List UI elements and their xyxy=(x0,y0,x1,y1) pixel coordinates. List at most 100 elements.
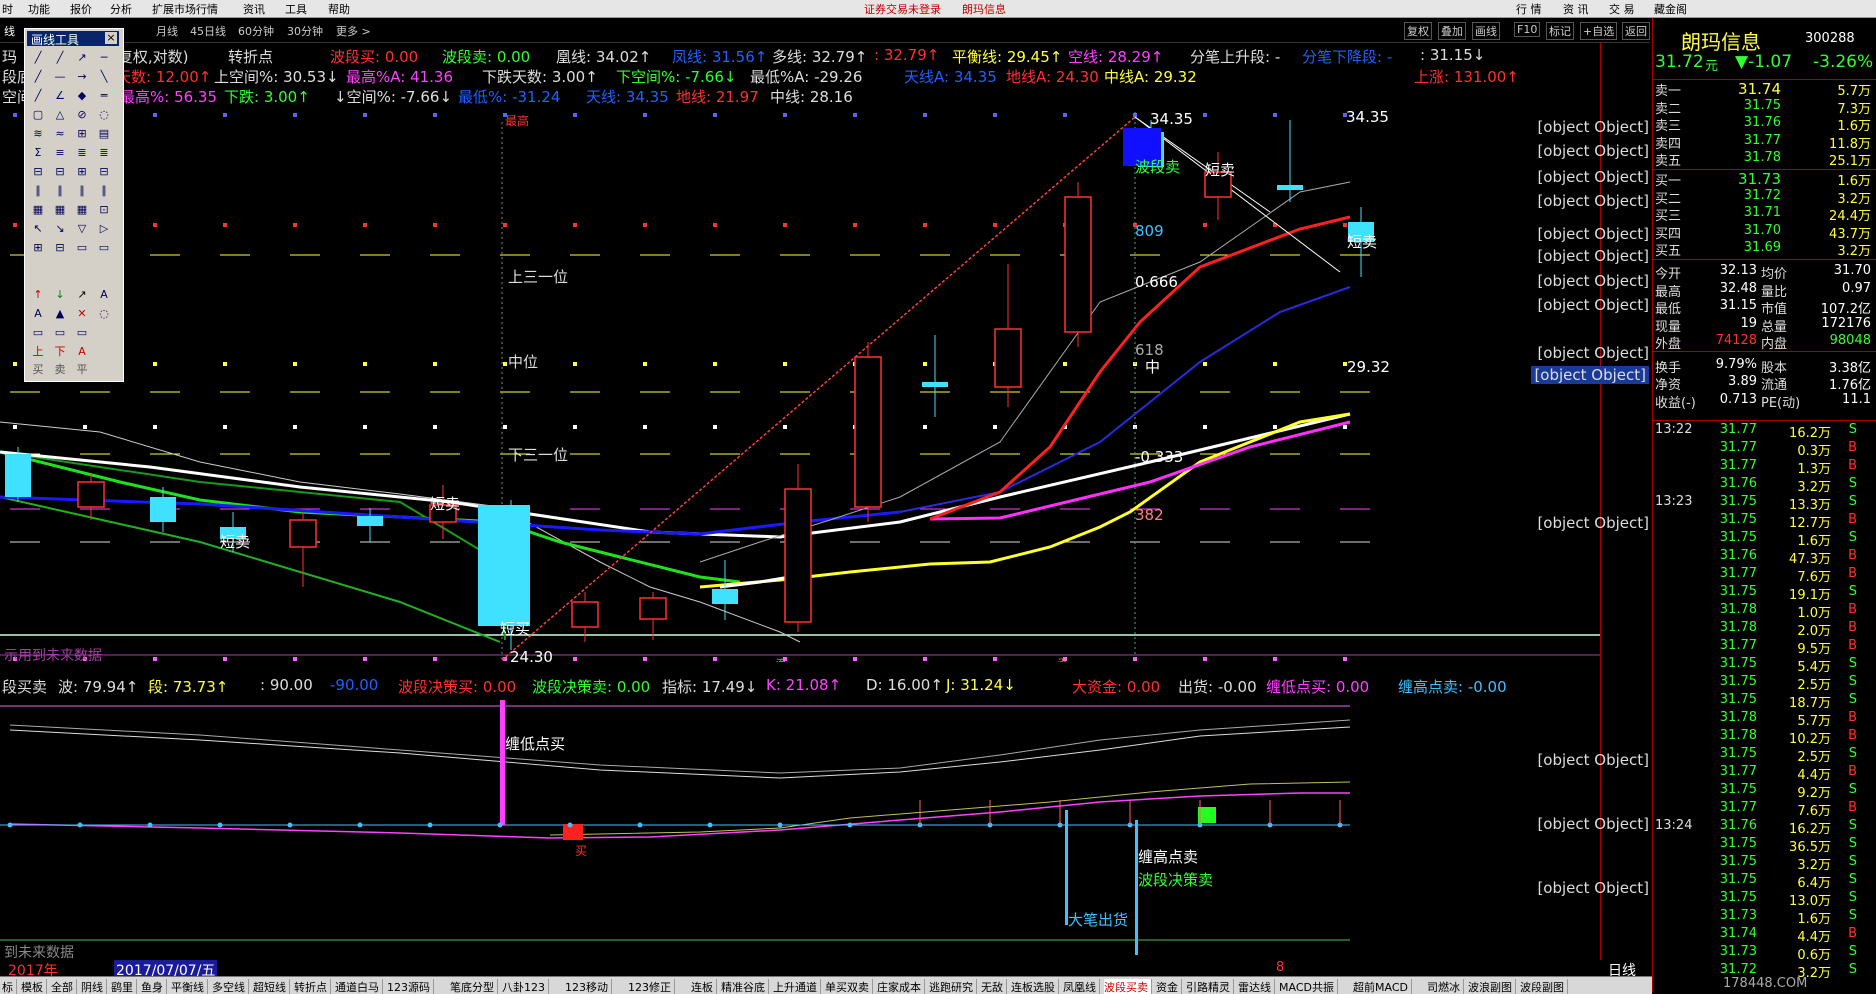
draw-tool-icon[interactable]: ╱ xyxy=(31,51,45,65)
toolbar-button[interactable]: +自选 xyxy=(1580,22,1618,40)
indicator-tab[interactable]: 精准谷底 xyxy=(721,979,769,994)
toolbar-button[interactable]: 复权 xyxy=(1404,22,1432,40)
draw-tool-icon[interactable]: ↖ xyxy=(31,222,45,236)
indicator-tab[interactable]: 模板 xyxy=(21,979,47,994)
indicator-tab[interactable]: MACD共振 xyxy=(1279,979,1338,994)
period-tab[interactable]: 线 xyxy=(4,23,15,39)
draw-tool-label[interactable]: 平 xyxy=(75,363,89,377)
indicator-tab[interactable]: 司燃冰 xyxy=(1427,979,1464,994)
draw-tool-icon[interactable]: ▦ xyxy=(31,203,45,217)
menu-item[interactable]: 时 xyxy=(2,1,13,17)
candle-body[interactable] xyxy=(1064,196,1092,333)
menu-right-item[interactable]: 资 讯 xyxy=(1563,1,1589,17)
draw-tool-label[interactable]: 卖 xyxy=(53,363,67,377)
indicator-tab[interactable]: 超前MACD xyxy=(1353,979,1412,994)
toolbar-button[interactable]: 返回 xyxy=(1622,22,1650,40)
draw-tool-icon[interactable]: ≡ xyxy=(53,146,67,160)
draw-tool-icon[interactable]: ▭ xyxy=(97,241,111,255)
draw-tool-icon[interactable]: ⊟ xyxy=(53,165,67,179)
menu-item[interactable]: 分析 xyxy=(110,1,132,17)
indicator-tab[interactable]: 波浪副图 xyxy=(1468,979,1516,994)
draw-tool-icon[interactable]: ╲ xyxy=(97,70,111,84)
draw-tool-icon[interactable]: ▭ xyxy=(31,326,45,340)
indicator-tab[interactable]: 转折点 xyxy=(294,979,331,994)
draw-tool-icon[interactable]: ⊞ xyxy=(75,165,89,179)
candle-body[interactable] xyxy=(639,597,667,620)
indicator-tab[interactable]: 庄家成本 xyxy=(877,979,925,994)
draw-tool-icon[interactable]: ▤ xyxy=(97,127,111,141)
indicator-tab[interactable]: 无敌 xyxy=(981,979,1007,994)
candle-body[interactable] xyxy=(784,488,812,623)
indicator-tab[interactable]: 资金 xyxy=(1156,979,1182,994)
menu-item[interactable]: 功能 xyxy=(28,1,50,17)
draw-tool-icon[interactable]: Σ xyxy=(31,146,45,160)
draw-tool-label[interactable]: 买 xyxy=(31,363,45,377)
candle-body[interactable] xyxy=(77,481,105,508)
toolbar-button[interactable]: F10 xyxy=(1514,22,1541,37)
draw-tool-label[interactable]: 上 xyxy=(31,345,45,359)
draw-tool-icon[interactable]: ∥ xyxy=(53,184,67,198)
draw-tool-icon[interactable]: ▷ xyxy=(97,222,111,236)
draw-tool-icon[interactable]: ≋ xyxy=(31,127,45,141)
candle-body[interactable] xyxy=(1277,185,1303,190)
draw-tool-icon[interactable]: ▦ xyxy=(75,203,89,217)
period-tab[interactable]: 月线 xyxy=(156,23,178,39)
draw-tool-label[interactable]: 下 xyxy=(53,345,67,359)
indicator-tab[interactable]: 阴线 xyxy=(81,979,107,994)
candlestick-chart[interactable]: 最高 上三一位 中位 下三一位 短卖 短卖 短买 短卖 短卖 波段卖 34.35… xyxy=(0,42,1600,662)
indicator-tab[interactable]: 八卦123 xyxy=(502,979,549,994)
candle-body[interactable] xyxy=(994,328,1022,388)
close-icon[interactable]: × xyxy=(105,32,117,44)
draw-tool-icon[interactable]: ▲ xyxy=(53,307,67,321)
draw-tool-icon[interactable]: ▭ xyxy=(53,326,67,340)
draw-tool-icon[interactable]: ↘ xyxy=(53,222,67,236)
menu-item[interactable]: 工具 xyxy=(285,1,307,17)
indicator-tab[interactable]: 123源码 xyxy=(387,979,434,994)
draw-tool-icon[interactable]: ═ xyxy=(97,89,111,103)
draw-tool-icon[interactable]: ╱ xyxy=(53,51,67,65)
menu-right-item[interactable]: 交 易 xyxy=(1609,1,1635,17)
draw-tool-icon[interactable]: ⊟ xyxy=(97,165,111,179)
candle-body-large[interactable] xyxy=(478,505,530,626)
period-tab[interactable]: 30分钟 xyxy=(287,23,323,39)
candle-body[interactable] xyxy=(712,589,738,604)
toolbox-titlebar[interactable]: 画线工具 × xyxy=(27,31,119,47)
candle-body[interactable] xyxy=(150,497,176,522)
draw-tool-icon[interactable]: ↑ xyxy=(31,288,45,302)
period-tab[interactable]: 60分钟 xyxy=(238,23,274,39)
period-more[interactable]: 更多 > xyxy=(336,23,371,39)
candle-body[interactable] xyxy=(289,519,317,548)
draw-tool-icon[interactable]: ╱ xyxy=(31,89,45,103)
menu-right-item[interactable]: 行 情 xyxy=(1516,1,1542,17)
indicator-tab[interactable]: 平衡线 xyxy=(171,979,208,994)
indicator-tab[interactable]: 鹞里 xyxy=(111,979,137,994)
draw-tool-icon[interactable]: ⊡ xyxy=(97,203,111,217)
draw-tool-icon[interactable]: ▽ xyxy=(75,222,89,236)
menu-item[interactable]: 扩展市场行情 xyxy=(152,1,218,17)
draw-tool-icon[interactable]: ⊞ xyxy=(75,127,89,141)
draw-tool-icon[interactable]: A xyxy=(97,288,111,302)
candle-body[interactable] xyxy=(922,382,948,387)
draw-tool-icon[interactable]: ▭ xyxy=(75,326,89,340)
candle-body[interactable] xyxy=(5,454,31,497)
draw-tool-icon[interactable]: ⊟ xyxy=(31,165,45,179)
menu-item[interactable]: 帮助 xyxy=(328,1,350,17)
draw-tool-icon[interactable]: ≣ xyxy=(75,146,89,160)
indicator-tab[interactable]: 凤凰线 xyxy=(1063,979,1100,994)
toolbar-button[interactable]: 标记 xyxy=(1546,22,1574,40)
draw-tool-icon[interactable]: → xyxy=(75,70,89,84)
candle-body[interactable] xyxy=(571,601,599,628)
draw-tool-icon[interactable]: ✕ xyxy=(75,307,89,321)
draw-tool-icon[interactable]: ⊘ xyxy=(75,108,89,122)
indicator-tab[interactable]: 单买双卖 xyxy=(825,979,873,994)
menu-item[interactable]: 资讯 xyxy=(243,1,265,17)
indicator-tab[interactable]: 123移动 xyxy=(565,979,612,994)
indicator-tab[interactable]: 123修正 xyxy=(628,979,675,994)
indicator-tab[interactable]: 超短线 xyxy=(253,979,290,994)
draw-tool-icon[interactable]: ↓ xyxy=(53,288,67,302)
draw-tool-icon[interactable]: ⊞ xyxy=(31,241,45,255)
menu-item[interactable]: 报价 xyxy=(70,1,92,17)
indicator-tab[interactable]: 波段副图 xyxy=(1520,979,1568,994)
indicator-tab[interactable]: 全部 xyxy=(51,979,77,994)
draw-tool-icon[interactable]: ─ xyxy=(97,51,111,65)
